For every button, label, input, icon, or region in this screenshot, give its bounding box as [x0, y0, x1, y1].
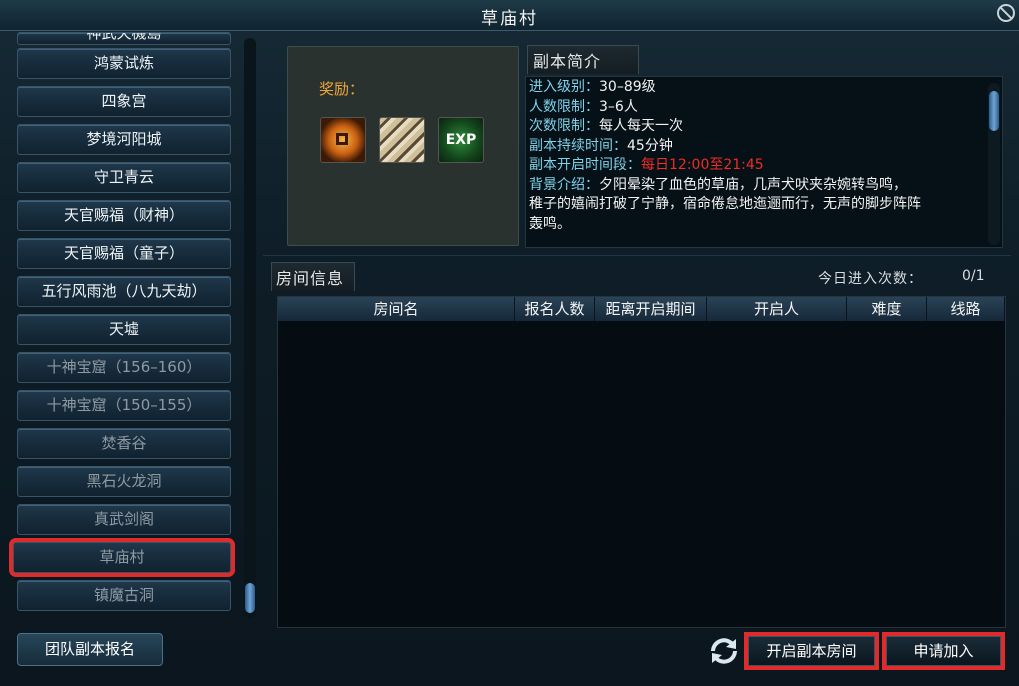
- column-header[interactable]: 开启人: [707, 297, 847, 321]
- intro-line: 进入级别：30–89级: [529, 78, 656, 97]
- dungeon-list-item[interactable]: 天官赐福（财神）: [17, 200, 231, 231]
- close-icon[interactable]: [997, 4, 1015, 22]
- intro-key: 副本开启时间段：: [529, 157, 641, 173]
- intro-key: 次数限制：: [529, 118, 599, 134]
- reward-label: 奖励：: [319, 80, 365, 98]
- intro-value: 夕阳晕染了血色的草庙，几声犬吠夹杂婉转鸟鸣，: [599, 176, 907, 193]
- intro-line: 副本持续时间：45分钟: [529, 137, 673, 156]
- dungeon-list-item[interactable]: 焚香谷: [17, 428, 231, 459]
- intro-key: 副本持续时间：: [529, 137, 627, 154]
- today-entries-label: 今日进入次数：: [818, 271, 923, 287]
- intro-panel: 进入级别：30–89级 人数限制：3–6人 次数限制：每人每天一次 副本持续时间：45…: [525, 76, 1003, 248]
- exp-icon[interactable]: EXP: [438, 117, 484, 163]
- column-header[interactable]: 线路: [927, 297, 1005, 321]
- column-header[interactable]: 距离开启期间: [595, 297, 707, 321]
- intro-value: 每人每天一次: [599, 118, 683, 134]
- scroll-thumb[interactable]: [245, 583, 255, 613]
- dungeon-list-item[interactable]: 天官赐福（童子）: [17, 238, 231, 269]
- intro-key: 进入级别：: [529, 79, 599, 95]
- intro-line: 轰鸣。: [529, 215, 571, 234]
- window-title: 草庙村: [481, 9, 538, 29]
- dungeon-list-item[interactable]: 守卫青云: [17, 162, 231, 193]
- scroll-thumb[interactable]: [989, 91, 999, 131]
- intro-value: 每日12:00至21:45: [641, 157, 764, 173]
- intro-scrollbar[interactable]: [988, 83, 1000, 245]
- dungeon-list-item[interactable]: 十神宝窟（150–155）: [17, 390, 231, 421]
- claw-material-icon[interactable]: [379, 117, 425, 163]
- intro-line: 人数限制：3–6人: [529, 98, 638, 117]
- dungeon-window: 草庙村 神武天機島鸿蒙试炼四象宫梦境河阳城守卫青云天官赐福（财神） 天官赐福（童子…: [0, 0, 1019, 686]
- dungeon-list-item[interactable]: 梦境河阳城: [17, 124, 231, 155]
- open-room-button[interactable]: 开启副本房间: [744, 632, 879, 670]
- today-entries-count: 0/1: [962, 268, 985, 284]
- refresh-icon[interactable]: [707, 634, 741, 668]
- apply-join-button[interactable]: 申请加入: [882, 632, 1005, 670]
- reward-panel: 奖励： EXP: [287, 46, 519, 246]
- intro-title: 副本简介: [533, 52, 602, 71]
- intro-line: 次数限制：每人每天一次: [529, 117, 683, 136]
- intro-key: 背景介绍：: [529, 176, 599, 193]
- column-header[interactable]: 报名人数: [515, 297, 595, 321]
- dungeon-list-item[interactable]: 十神宝窟（156–160）: [17, 352, 231, 383]
- coin-icon[interactable]: [320, 117, 366, 163]
- column-header[interactable]: 难度: [847, 297, 927, 321]
- dungeon-list-scrollbar[interactable]: [244, 38, 256, 618]
- intro-value: 45分钟: [627, 137, 673, 154]
- dungeon-list-item[interactable]: 真武剑阁: [17, 504, 231, 535]
- dungeon-list-item[interactable]: 天墟: [17, 314, 231, 345]
- intro-line: 稚子的嬉闹打破了宁静，宿命倦怠地迤逦而行，无声的脚步阵阵: [529, 195, 921, 214]
- dungeon-list-item[interactable]: 鸿蒙试炼: [17, 48, 231, 79]
- intro-value: 30–89级: [599, 79, 656, 95]
- dungeon-list-item[interactable]: 神武天機島: [17, 32, 231, 45]
- dungeon-list-item[interactable]: 黑石火龙洞: [17, 466, 231, 497]
- title-bar[interactable]: 草庙村: [0, 0, 1019, 31]
- dungeon-list-item[interactable]: 镇魔古洞: [17, 580, 231, 611]
- column-header[interactable]: 房间名: [278, 297, 515, 321]
- intro-line: 副本开启时间段：每日12:00至21:45: [529, 156, 764, 175]
- intro-line: 背景介绍：夕阳晕染了血色的草庙，几声犬吠夹杂婉转鸟鸣，: [529, 176, 907, 195]
- room-title: 房间信息: [276, 269, 345, 288]
- divider: [263, 255, 1011, 256]
- intro-value: 轰鸣。: [529, 215, 571, 232]
- intro-key: 人数限制：: [529, 98, 599, 115]
- dungeon-list-item[interactable]: 草庙村: [9, 538, 235, 577]
- room-table[interactable]: 房间名 报名人数 距离开启期间 开启人 难度 线路: [277, 296, 1006, 628]
- dungeon-list: 神武天機島鸿蒙试炼四象宫梦境河阳城守卫青云天官赐福（财神） 天官赐福（童子） 五行风…: [9, 32, 260, 622]
- dungeon-list-item[interactable]: 五行风雨池（八九天劫）: [17, 276, 231, 307]
- team-signup-button[interactable]: 团队副本报名: [17, 633, 163, 666]
- intro-value: 稚子的嬉闹打破了宁静，宿命倦怠地迤逦而行，无声的脚步阵阵: [529, 196, 921, 212]
- dungeon-list-item[interactable]: 四象宫: [17, 86, 231, 117]
- intro-value: 3–6人: [599, 98, 638, 115]
